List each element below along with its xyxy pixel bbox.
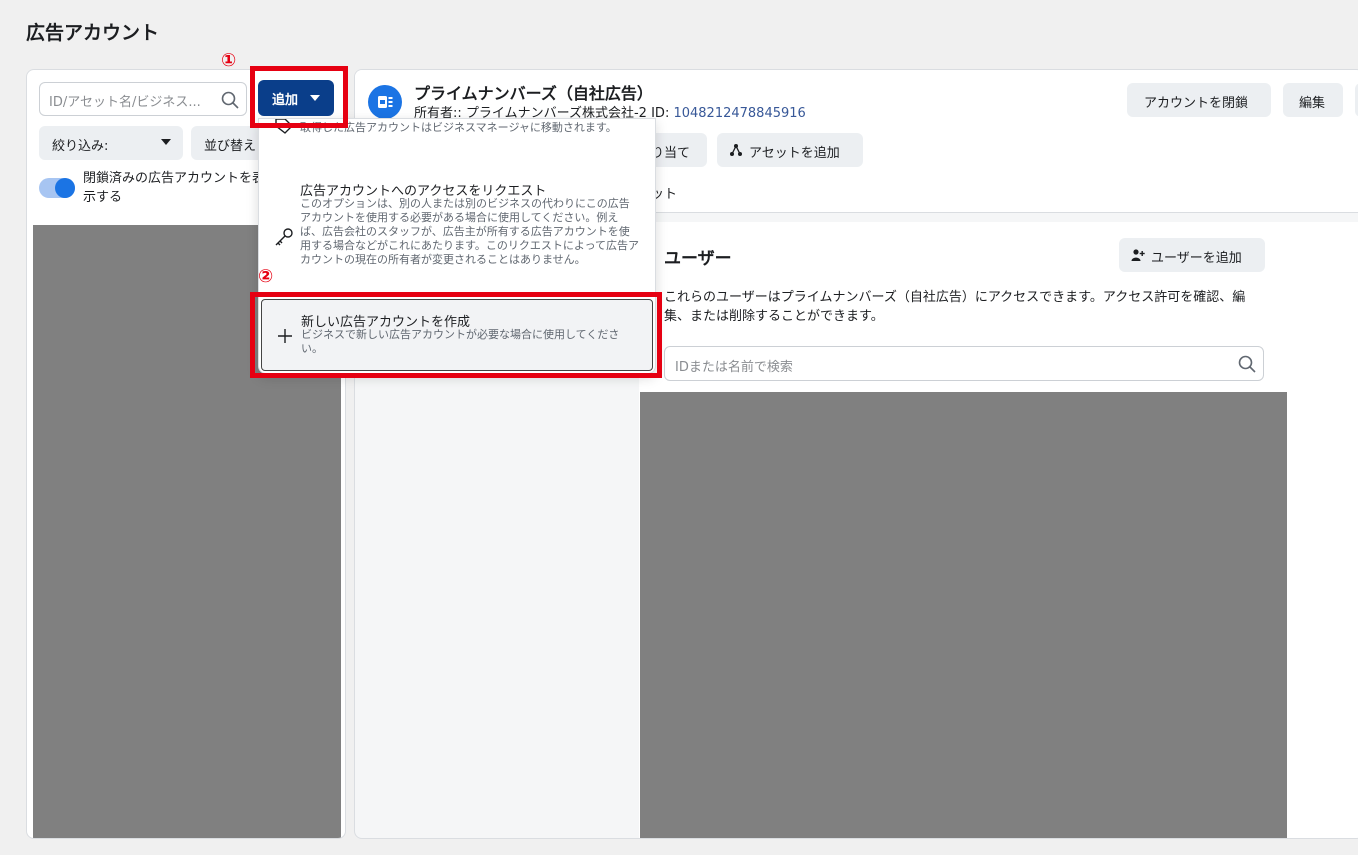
annotation-highlight-add [250,66,348,128]
assign-label: り当て [651,146,691,161]
add-asset-label: アセットを追加 [749,146,840,161]
search-icon [1238,355,1256,373]
user-search-placeholder: IDまたは名前で検索 [675,360,793,375]
ad-account-icon [368,85,402,119]
toggle-knob [55,178,75,198]
filter-label: 絞り込み: [52,139,109,154]
share-nodes-icon [730,144,742,156]
page-title: 広告アカウント [26,22,160,44]
close-account-label: アカウントを閉鎖 [1144,96,1249,111]
annotation-step-1: ① [221,50,237,71]
edit-button[interactable]: 編集 [1283,83,1343,117]
asset-search-input[interactable]: ID/アセット名/ビジネス... [39,82,247,116]
annotation-step-2: ② [258,266,274,287]
menu-item-request-access[interactable]: 広告アカウントへのアクセスをリクエスト このオプションは、別の人または別のビジネ… [259,177,655,295]
key-icon [275,228,293,246]
redacted-user-list [640,392,1287,838]
add-asset-button[interactable]: アセットを追加 [717,133,863,167]
sort-label: 並び替え [204,139,257,154]
filter-dropdown[interactable]: 絞り込み: [39,126,183,160]
edit-label: 編集 [1299,96,1326,111]
add-user-button[interactable]: ユーザーを追加 [1119,238,1265,272]
menu-item-description: ビジネスがこの広告アカウントのキャンペーンと請求を管理します。取得した広告アカウ… [300,119,639,134]
search-icon [221,91,239,109]
add-user-label: ユーザーを追加 [1151,251,1242,266]
menu-item-description: このオプションは、別の人または別のビジネスの代わりにこの広告アカウントを使用する… [300,197,640,266]
users-card: ユーザー ユーザーを追加 これらのユーザーはプライムナンバーズ（自社広告）にアク… [639,222,1358,838]
account-id[interactable]: 1048212478845916 [673,106,805,121]
close-account-button[interactable]: アカウントを閉鎖 [1127,83,1271,117]
users-description: これらのユーザーはプライムナンバーズ（自社広告）にアクセスできます。アクセス許可… [664,290,1246,324]
add-person-icon [1131,249,1145,261]
users-title: ユーザー [664,249,732,269]
annotation-highlight-create [250,292,662,378]
show-closed-toggle[interactable] [39,178,75,198]
search-placeholder: ID/アセット名/ビジネス... [49,95,201,110]
caret-down-icon [161,139,171,145]
account-name: プライムナンバーズ（自社広告） [414,84,653,103]
user-search-input[interactable]: IDまたは名前で検索 [664,346,1264,381]
show-closed-label: 閉鎖済みの広告アカウントを表示する [83,171,266,205]
